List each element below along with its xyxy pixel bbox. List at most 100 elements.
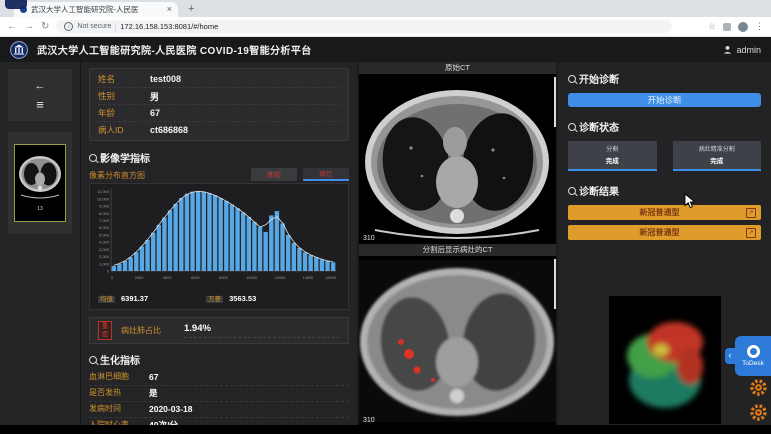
- x-axis-tick: 2000: [135, 276, 143, 280]
- histogram-stat-label: 均值: [98, 296, 115, 303]
- viewport-scrollbar[interactable]: [554, 77, 557, 127]
- biochem-row-label: 发病时间: [89, 404, 149, 414]
- biochem-section-header: 生化指标: [89, 352, 349, 367]
- histogram-bar: [320, 259, 324, 271]
- security-label: Not secure: [77, 23, 111, 30]
- histogram-bar: [297, 248, 301, 271]
- biochem-row: 是否发热是: [89, 386, 349, 402]
- browser-actions: ☆ ⋮: [708, 21, 764, 32]
- y-axis-tick: 8,000: [99, 211, 110, 216]
- histogram-bar: [185, 194, 189, 271]
- todesk-widget[interactable]: ToDesk: [735, 336, 771, 376]
- floating-gear-icon[interactable]: [748, 402, 769, 423]
- histogram-bar: [331, 262, 335, 271]
- histogram-bar: [252, 222, 256, 271]
- diagnosis-result-button[interactable]: 新冠普通型↗: [568, 205, 761, 220]
- patient-row-value: ct686868: [150, 125, 188, 135]
- result-section-title: 诊断结果: [579, 183, 619, 198]
- back-icon[interactable]: ←: [7, 21, 17, 32]
- x-axis-tick: 16000: [325, 276, 336, 280]
- new-tab-button[interactable]: +: [188, 3, 194, 15]
- histogram-bar: [196, 191, 200, 271]
- info-icon[interactable]: i: [64, 22, 73, 31]
- biochem-rows: 血淋巴细胞67是否发热是发病时间2020-03-18入院时心率40次/分最高体温…: [89, 370, 349, 426]
- diagnosis-result-button[interactable]: 新冠普通型↗: [568, 225, 761, 240]
- biochem-row-value: 2020-03-18: [149, 404, 192, 415]
- address-bar[interactable]: i Not secure 172.16.158.153:8081/#/home: [56, 20, 672, 33]
- external-link-icon: ↗: [746, 208, 756, 218]
- start-diagnosis-button[interactable]: 开始诊断: [568, 93, 761, 107]
- histogram-bar: [241, 213, 245, 271]
- magnifier-icon: [89, 154, 97, 162]
- histogram-bar: [213, 195, 217, 271]
- diagnosis-result-buttons: 新冠普通型↗ 新冠普通型↗: [568, 205, 761, 240]
- patient-row: 病人IDct686868: [98, 122, 340, 138]
- histogram-bar: [112, 266, 116, 271]
- severity-badge: 重症: [98, 321, 112, 340]
- x-axis-tick: 6000: [191, 276, 199, 280]
- histogram-bar: [202, 192, 206, 271]
- todesk-collapse-tab[interactable]: ‹: [725, 348, 735, 364]
- browser-menu-icon[interactable]: ⋮: [755, 21, 764, 32]
- original-ct-viewport[interactable]: 310: [359, 74, 556, 244]
- diagnosis-status-card[interactable]: 分割完成: [568, 141, 657, 171]
- ct-viewer-panel: 原始CT 310 分割后显示病灶的CT: [357, 62, 558, 426]
- histogram-bar: [292, 243, 296, 271]
- start-section-title: 开始诊断: [579, 71, 619, 86]
- viewport-scrollbar[interactable]: [554, 259, 557, 309]
- status-section-title: 诊断状态: [579, 119, 619, 134]
- diagnosis-status-card[interactable]: 病灶精准分割完成: [673, 141, 762, 171]
- status-card-state: 完成: [673, 155, 762, 165]
- overlay-logo: [5, 0, 27, 9]
- slice-number: 310: [363, 235, 375, 242]
- biochem-section-title: 生化指标: [100, 352, 140, 367]
- histogram-bar: [286, 235, 290, 271]
- histogram-bar: [117, 264, 121, 271]
- reload-icon[interactable]: ↻: [41, 21, 49, 32]
- forward-icon[interactable]: →: [24, 21, 34, 32]
- patient-row: 性别男: [98, 88, 340, 105]
- lesion-3d-render[interactable]: [609, 296, 721, 424]
- segmented-ct-viewport[interactable]: 310: [359, 256, 556, 426]
- histogram-toggle[interactable]: 肺部: [251, 168, 297, 181]
- bookmark-star-icon[interactable]: ☆: [708, 21, 716, 32]
- status-card-stage: 分割: [568, 144, 657, 153]
- hamburger-menu-icon[interactable]: ≡: [36, 99, 44, 110]
- x-axis-tick: 14000: [303, 276, 314, 280]
- floating-gear-icon[interactable]: [748, 377, 769, 398]
- biochem-row-value: 67: [149, 372, 158, 383]
- histogram-stat-value: 6391.37: [121, 294, 148, 303]
- histogram-stat-label: 方差: [206, 296, 223, 303]
- browser-tab[interactable]: 武汉大学人工智能研究院-人民医 ×: [14, 2, 178, 17]
- tab-close-icon[interactable]: ×: [167, 5, 172, 14]
- histogram-bar: [157, 225, 161, 271]
- todesk-logo-icon: [747, 345, 760, 358]
- letterbox-bar: [0, 425, 771, 434]
- profile-avatar[interactable]: [738, 22, 748, 32]
- external-link-icon: ↗: [746, 228, 756, 238]
- histogram-bar: [230, 205, 234, 271]
- histogram-bar: [314, 257, 318, 271]
- pixel-histogram-chart: 11,00010,0009,0008,0007,0006,0005,0004,0…: [92, 185, 339, 281]
- original-ct-image: [359, 74, 556, 244]
- patient-row-value: 67: [150, 108, 160, 118]
- histogram-header-row: 像素分布直方图 肺部病灶: [89, 168, 349, 181]
- histogram-bar: [173, 204, 177, 271]
- ct-series-thumbnail[interactable]: 13: [14, 144, 66, 222]
- histogram-bar: [308, 255, 312, 271]
- user-menu[interactable]: admin: [723, 45, 761, 55]
- histogram-bar: [218, 198, 222, 271]
- patient-row-label: 病人ID: [98, 124, 150, 136]
- mouse-cursor: [684, 193, 696, 209]
- status-section-header: 诊断状态: [568, 119, 761, 134]
- thumbnail-index: 13: [37, 206, 43, 212]
- y-axis-tick: 4,000: [99, 240, 110, 245]
- back-arrow-icon[interactable]: ←: [35, 81, 46, 92]
- histogram-bar: [145, 240, 149, 271]
- y-axis-tick: 6,000: [99, 225, 110, 230]
- histogram-bar: [224, 201, 228, 271]
- extension-icon[interactable]: [723, 23, 731, 31]
- histogram-toggle[interactable]: 病灶: [303, 168, 349, 181]
- histogram-stat-value: 3563.53: [229, 294, 256, 303]
- histogram-bar: [140, 246, 144, 271]
